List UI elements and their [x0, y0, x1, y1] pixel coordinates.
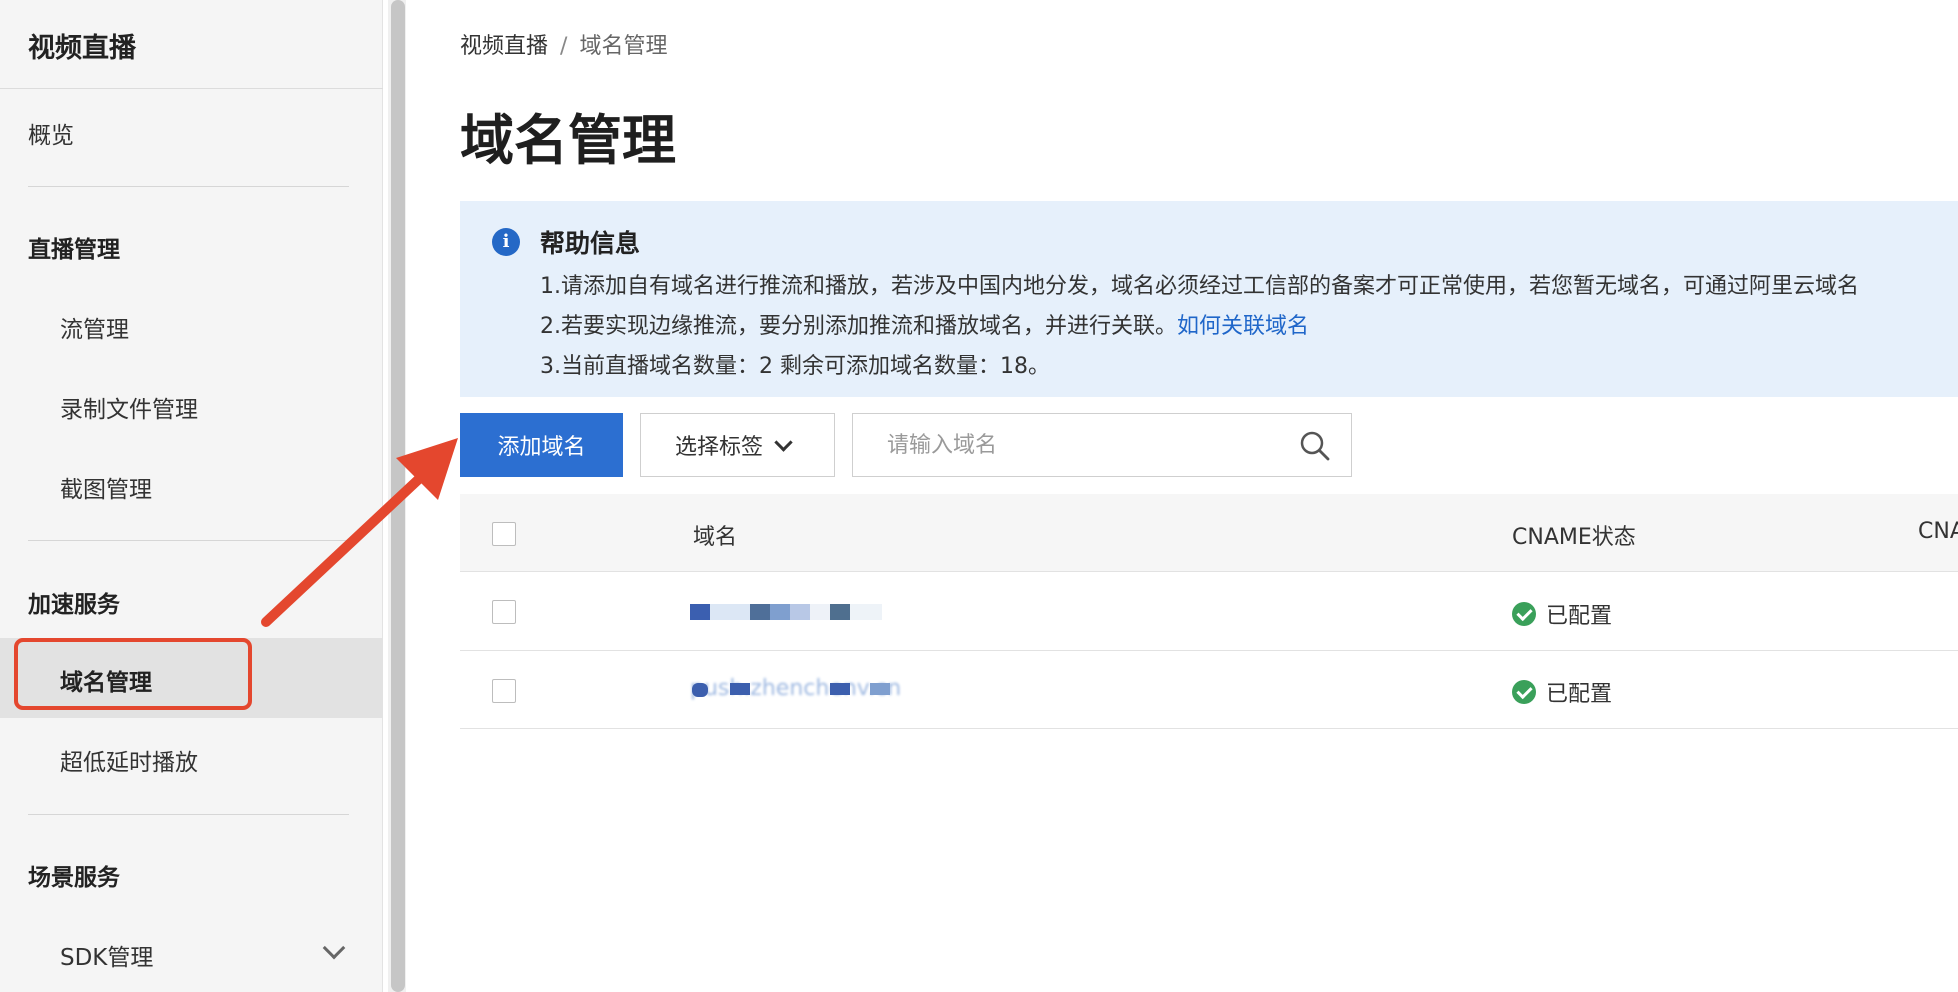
sidebar-title-divider — [0, 88, 383, 89]
sidebar-divider — [28, 540, 349, 541]
redacted-domain-block — [710, 604, 750, 620]
redacted-domain-block — [730, 683, 750, 695]
sidebar-item-record-manage[interactable]: 录制文件管理 — [60, 390, 198, 424]
breadcrumb: 视频直播 / 域名管理 — [460, 28, 667, 60]
table-row — [460, 651, 1958, 729]
cname-status-text: 已配置 — [1546, 604, 1613, 629]
check-circle-icon — [1512, 680, 1536, 704]
domain-search-input[interactable] — [887, 430, 1287, 460]
annotation-highlight-box — [14, 638, 252, 710]
page-title: 域名管理 — [460, 109, 676, 172]
cname-status: 已配置 — [1512, 598, 1612, 630]
help-line-3: 3.当前直播域名数量：2 剩余可添加域名数量：18。 — [540, 354, 1050, 379]
link-associate-domain[interactable]: 如何关联域名 — [1177, 314, 1309, 339]
sidebar-item-overview[interactable]: 概览 — [28, 116, 74, 150]
cname-status: 已配置 — [1512, 676, 1612, 708]
help-line-2-text: 2.若要实现边缘推流，要分别添加推流和播放域名，并进行关联。 — [540, 314, 1177, 339]
sidebar-item-snapshot-manage[interactable]: 截图管理 — [60, 470, 152, 504]
sidebar-title: 视频直播 — [28, 33, 136, 64]
select-tag-dropdown[interactable]: 选择标签 — [640, 413, 835, 477]
redacted-domain-block — [870, 683, 890, 695]
sidebar-group-acceleration: 加速服务 — [28, 592, 120, 618]
domain-search-box — [852, 413, 1352, 477]
help-title: 帮助信息 — [540, 229, 641, 258]
redacted-domain-block — [692, 683, 708, 697]
column-header-cname-status: CNAME状态 — [1512, 525, 1636, 550]
help-line-1: 1.请添加自有域名进行推流和播放，若涉及中国内地分发，域名必须经过工信部的备案才… — [540, 274, 1859, 299]
column-header-domain: 域名 — [693, 525, 738, 550]
redacted-domain-block — [750, 604, 770, 620]
sidebar-item-stream-manage[interactable]: 流管理 — [60, 310, 129, 344]
redacted-domain-block — [810, 604, 830, 620]
sidebar-group-scene: 场景服务 — [28, 865, 120, 891]
breadcrumb-root[interactable]: 视频直播 — [460, 34, 548, 59]
redacted-domain-block — [690, 604, 710, 620]
breadcrumb-separator: / — [560, 34, 568, 59]
sidebar-item-low-latency[interactable]: 超低延时播放 — [60, 743, 198, 777]
sidebar-item-sdk-manage[interactable]: SDK管理 — [60, 938, 153, 972]
table-row — [460, 573, 1958, 651]
check-circle-icon — [1512, 602, 1536, 626]
table-header — [460, 494, 1958, 572]
row-checkbox[interactable] — [492, 679, 516, 703]
sidebar-divider — [28, 814, 349, 815]
breadcrumb-current: 域名管理 — [579, 34, 668, 59]
sidebar-scrollbar[interactable] — [391, 0, 405, 992]
row-checkbox[interactable] — [492, 600, 516, 624]
redacted-domain-block — [790, 604, 810, 620]
info-icon: i — [492, 228, 520, 256]
column-header-cname: CNA — [1918, 519, 1958, 544]
redacted-domain-block — [830, 604, 850, 620]
chevron-down-icon — [774, 432, 793, 452]
select-tag-label: 选择标签 — [675, 435, 764, 460]
add-domain-button[interactable]: 添加域名 — [460, 413, 623, 477]
redacted-domain-block — [770, 604, 790, 620]
redacted-domain-block — [830, 683, 850, 695]
search-icon[interactable] — [1299, 430, 1331, 462]
sidebar-divider — [28, 186, 349, 187]
cname-status-text: 已配置 — [1546, 682, 1613, 707]
sidebar-group-live-manage: 直播管理 — [28, 237, 120, 263]
help-line-2: 2.若要实现边缘推流，要分别添加推流和播放域名，并进行关联。如何关联域名 — [540, 308, 1309, 340]
redacted-domain-block — [850, 604, 882, 620]
select-all-checkbox[interactable] — [492, 522, 516, 546]
